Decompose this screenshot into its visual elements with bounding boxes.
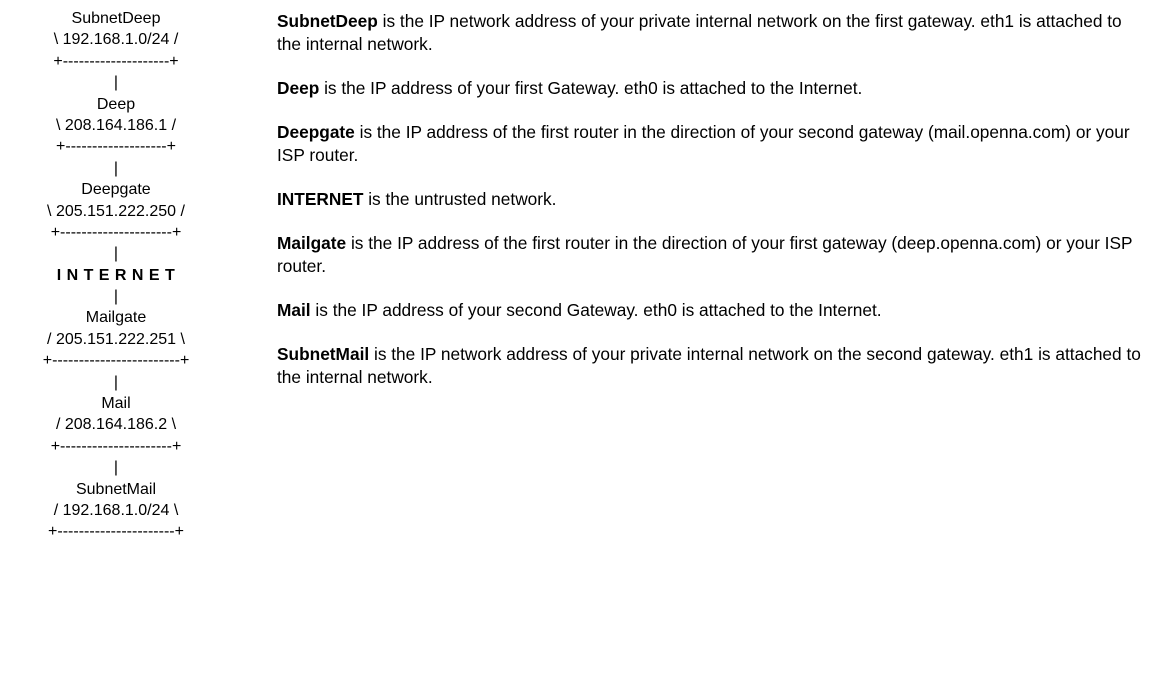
definition-entry: SubnetMail is the IP network address of … <box>277 343 1147 389</box>
node-address: \ 205.151.222.250 / <box>47 202 185 220</box>
definition-term: SubnetDeep <box>277 11 378 31</box>
node-address: / 192.168.1.0/24 \ <box>53 501 179 519</box>
node-border: +---------------------+ <box>50 223 182 241</box>
definition-text: is the IP network address of your privat… <box>277 344 1141 387</box>
definition-text: is the IP address of the first router in… <box>277 233 1133 276</box>
internet-label: I N T E R N E T <box>56 266 176 284</box>
definition-list: SubnetDeep is the IP network address of … <box>277 10 1147 410</box>
definition-entry: SubnetDeep is the IP network address of … <box>277 10 1147 56</box>
node-address: / 208.164.186.2 \ <box>55 416 177 434</box>
network-topology-diagram: SubnetDeep \ 192.168.1.0/24 / +-----------… <box>0 8 232 543</box>
node-address: \ 208.164.186.1 / <box>55 116 177 134</box>
definition-entry: Mailgate is the IP address of the first … <box>277 232 1147 278</box>
node-label: SubnetDeep <box>71 10 161 27</box>
node-border: +-------------------+ <box>56 138 176 156</box>
connector-line: | <box>113 373 119 391</box>
node-border: +------------------------+ <box>42 352 190 370</box>
definition-entry: Deepgate is the IP address of the first … <box>277 121 1147 167</box>
node-border: +----------------------+ <box>48 523 184 541</box>
definition-term: Mail <box>277 300 311 320</box>
node-address: \ 192.168.1.0/24 / <box>53 31 179 49</box>
definition-text: is the IP address of the first router in… <box>277 122 1130 165</box>
definition-text: is the IP address of your second Gateway… <box>310 300 882 320</box>
definition-text: is the IP network address of your privat… <box>277 11 1122 54</box>
definition-term: Deepgate <box>277 122 355 142</box>
definition-text: is the IP address of your first Gateway.… <box>319 78 863 98</box>
definition-entry: Mail is the IP address of your second Ga… <box>277 299 1147 322</box>
node-label: SubnetMail <box>75 480 157 498</box>
connector-line: | <box>113 159 119 177</box>
connector-line: | <box>113 245 119 263</box>
node-address: / 205.151.222.251 \ <box>47 330 185 348</box>
connector-line: | <box>113 288 119 306</box>
definition-entry: Deep is the IP address of your first Gat… <box>277 77 1147 100</box>
definition-term: SubnetMail <box>277 344 370 364</box>
node-border: +--------------------+ <box>53 52 179 70</box>
definition-term: INTERNET <box>277 189 364 209</box>
node-border: +---------------------+ <box>50 437 182 455</box>
node-label: Deep <box>96 95 136 113</box>
node-label: Deepgate <box>81 181 151 199</box>
definition-text: is the untrusted network. <box>363 189 557 209</box>
connector-line: | <box>113 74 119 92</box>
node-label: Mail <box>101 395 131 413</box>
definition-term: Deep <box>277 78 320 98</box>
definition-entry: INTERNET is the untrusted network. <box>277 188 1147 211</box>
connector-line: | <box>113 459 119 477</box>
definition-term: Mailgate <box>277 233 347 253</box>
node-label: Mailgate <box>85 309 147 327</box>
